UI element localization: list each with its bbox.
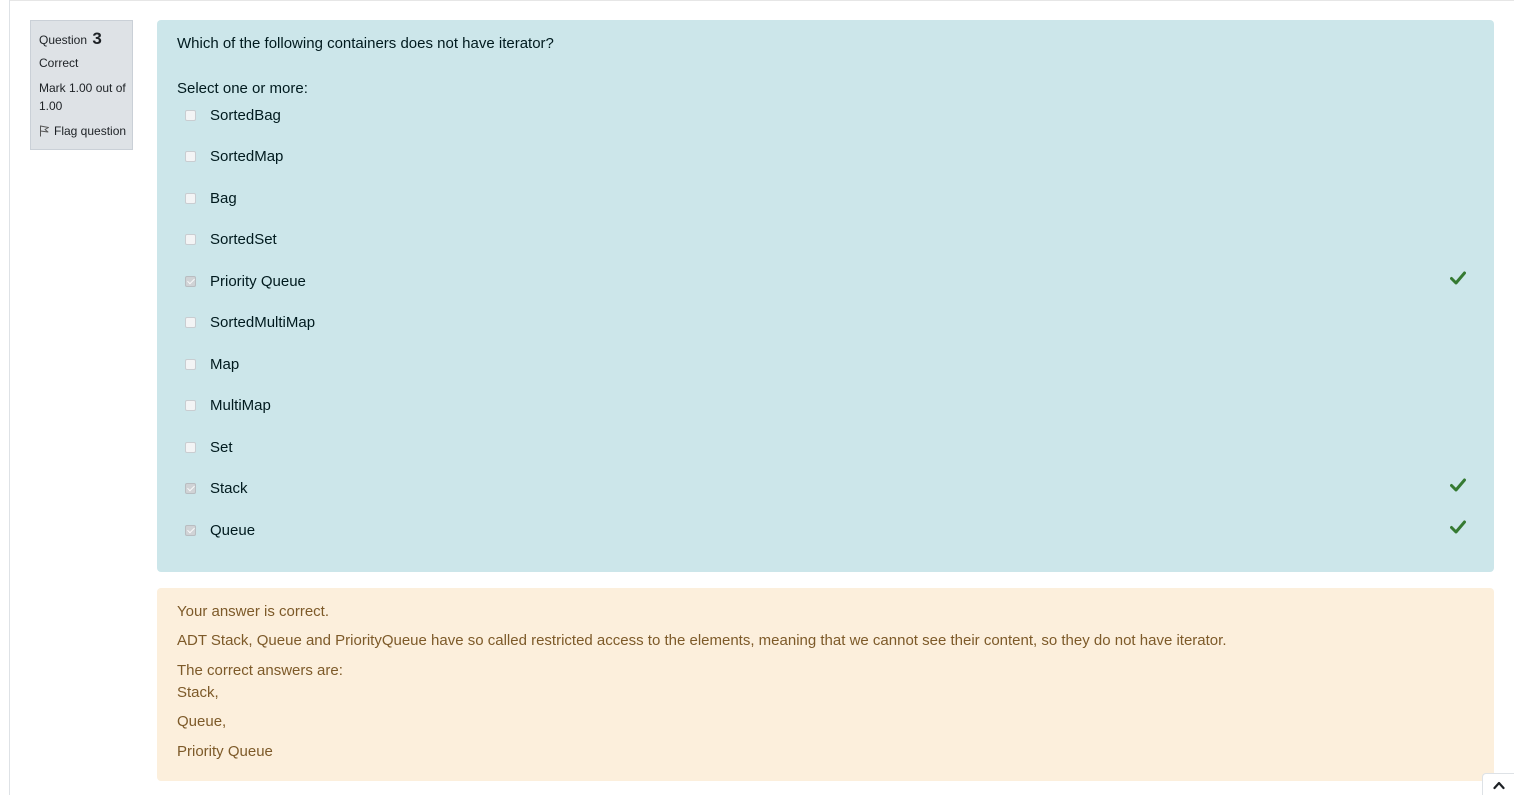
option-label: Stack [210,479,248,497]
check-icon [1450,478,1466,492]
flag-question-link[interactable]: Flag question [39,123,132,139]
option-sortedset[interactable]: SortedSet [185,228,277,250]
option-label: Priority Queue [210,272,306,290]
question-label: Question [39,33,88,47]
option-sortedmap[interactable]: SortedMap [185,145,283,167]
answer-prompt: Select one or more: [177,80,308,97]
option-checkbox[interactable] [185,109,196,121]
option-stack[interactable]: Stack [185,477,248,499]
option-multimap[interactable]: MultiMap [185,394,271,416]
option-checkbox[interactable] [185,316,196,328]
top-divider [9,0,1514,1]
option-checkbox[interactable] [185,233,196,245]
option-label: SortedBag [210,106,281,124]
question-info-panel: Question 3 Correct Mark 1.00 out of 1.00… [30,20,133,150]
option-priority-queue[interactable]: Priority Queue [185,270,306,292]
option-checkbox[interactable] [185,441,196,453]
option-sortedmultimap[interactable]: SortedMultiMap [185,311,315,333]
chevron-up-icon [1492,781,1505,789]
back-to-top-button[interactable] [1482,773,1514,795]
left-divider [9,0,10,795]
option-label: SortedSet [210,230,277,248]
option-queue[interactable]: Queue [185,519,255,541]
correct-answer-item: Priority Queue [177,743,273,760]
quiz-review-page: Question 3 Correct Mark 1.00 out of 1.00… [0,0,1514,795]
correct-answers-heading: The correct answers are: [177,662,343,679]
option-checkbox[interactable] [185,358,196,370]
option-label: Map [210,355,240,373]
option-label: Queue [210,521,256,539]
flag-question-label: Flag question [54,124,127,138]
check-icon [1450,271,1466,285]
feedback-panel: Your answer is correct. ADT Stack, Queue… [157,588,1494,781]
correct-answer-item: Stack, [177,684,219,701]
option-checkbox[interactable] [185,150,196,162]
option-label: MultiMap [210,396,271,414]
feedback-explanation: ADT Stack, Queue and PriorityQueue have … [177,632,1227,649]
option-bag[interactable]: Bag [185,187,237,209]
correct-answer-item: Queue, [177,713,227,730]
option-map[interactable]: Map [185,353,239,375]
check-icon [1450,520,1466,534]
option-label: Set [210,438,233,456]
option-set[interactable]: Set [185,436,233,458]
option-checkbox-checked[interactable] [185,482,196,494]
option-label: Bag [210,189,237,207]
option-sortedbag[interactable]: SortedBag [185,104,281,126]
question-state: Correct [39,56,79,70]
option-checkbox[interactable] [185,192,196,204]
option-checkbox-checked[interactable] [185,275,196,287]
question-formulation: Which of the following containers does n… [157,20,1494,572]
option-label: SortedMap [210,147,284,165]
flag-icon [40,125,49,137]
feedback-result: Your answer is correct. [177,603,330,620]
question-text: Which of the following containers does n… [177,35,554,52]
option-label: SortedMultiMap [210,313,316,331]
question-grade: Mark 1.00 out of 1.00 [39,81,126,113]
option-checkbox[interactable] [185,399,196,411]
question-number: Question 3 [39,28,132,51]
question-number-value: 3 [92,29,102,48]
option-checkbox-checked[interactable] [185,524,196,536]
